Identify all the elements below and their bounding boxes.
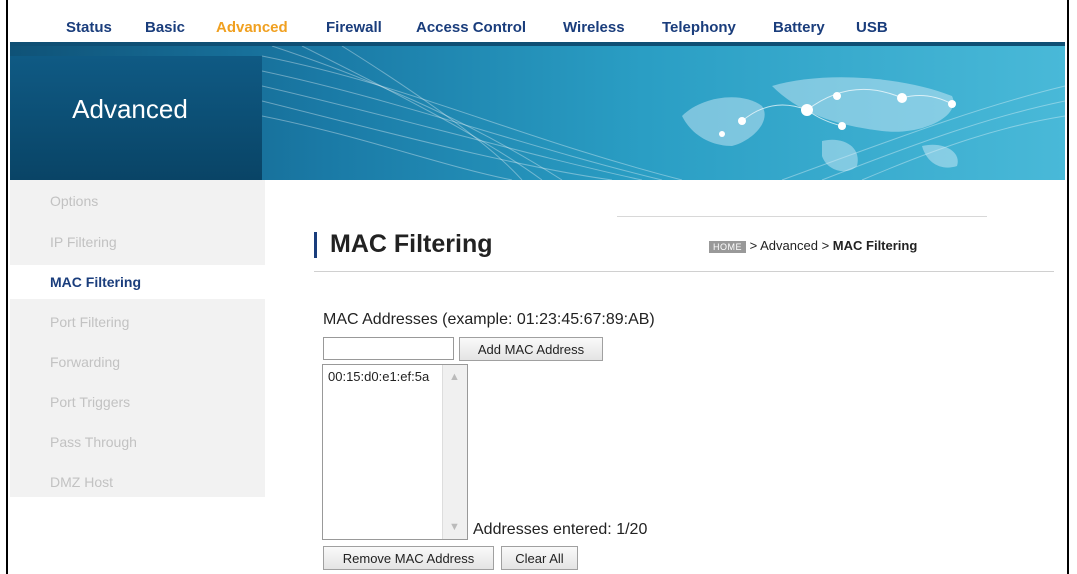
page-title: MAC Filtering	[330, 230, 493, 258]
banner: Advanced	[10, 46, 1065, 180]
nav-usb[interactable]: USB	[856, 19, 888, 36]
nav-advanced[interactable]: Advanced	[216, 19, 288, 36]
nav-basic[interactable]: Basic	[145, 19, 185, 36]
sidebar: Options IP Filtering MAC Filtering Port …	[10, 180, 265, 497]
sidebar-item-port-filtering[interactable]: Port Filtering	[50, 314, 129, 330]
top-navigation: Status Basic Advanced Firewall Access Co…	[10, 0, 1065, 46]
addresses-count: Addresses entered: 1/20	[473, 521, 648, 538]
nav-battery[interactable]: Battery	[773, 19, 825, 36]
nav-wireless[interactable]: Wireless	[563, 19, 625, 36]
title-accent-bar	[314, 232, 317, 258]
world-map-graphic	[262, 46, 1065, 180]
scroll-down-icon[interactable]: ▼	[449, 521, 460, 533]
sidebar-item-ip-filtering[interactable]: IP Filtering	[50, 234, 117, 250]
window-left-border	[0, 0, 8, 574]
breadcrumb-current: MAC Filtering	[832, 238, 918, 253]
list-scrollbar[interactable]: ▲ ▼	[442, 365, 467, 539]
breadcrumb-home-link[interactable]: HOME	[709, 240, 746, 253]
nav-firewall[interactable]: Firewall	[326, 19, 382, 36]
sidebar-item-mac-filtering[interactable]: MAC Filtering	[50, 274, 141, 290]
breadcrumb-separator: >	[749, 238, 758, 253]
nav-telephony[interactable]: Telephony	[662, 19, 736, 36]
remove-mac-address-button[interactable]: Remove MAC Address	[323, 546, 494, 570]
breadcrumb: HOME > Advanced > MAC Filtering	[709, 238, 917, 253]
header-divider	[617, 216, 987, 217]
nav-status[interactable]: Status	[66, 19, 112, 36]
window-right-border	[1067, 0, 1077, 574]
title-divider	[314, 271, 1054, 272]
banner-title-panel: Advanced	[10, 56, 262, 180]
mac-address-entry[interactable]: 00:15:d0:e1:ef:5a	[328, 369, 429, 384]
sidebar-item-forwarding[interactable]: Forwarding	[50, 354, 120, 370]
banner-title: Advanced	[72, 94, 188, 124]
sidebar-item-options[interactable]: Options	[50, 193, 98, 209]
mac-addresses-label: MAC Addresses (example: 01:23:45:67:89:A…	[323, 311, 655, 328]
add-mac-address-button[interactable]: Add MAC Address	[459, 337, 603, 361]
sidebar-item-port-triggers[interactable]: Port Triggers	[50, 394, 130, 410]
mac-address-input[interactable]	[323, 337, 454, 360]
nav-access-control[interactable]: Access Control	[416, 19, 526, 36]
clear-all-button[interactable]: Clear All	[501, 546, 578, 570]
sidebar-item-pass-through[interactable]: Pass Through	[50, 434, 137, 450]
breadcrumb-separator: >	[821, 238, 830, 253]
mac-address-list[interactable]: 00:15:d0:e1:ef:5a ▲ ▼	[322, 364, 468, 540]
scroll-up-icon[interactable]: ▲	[449, 371, 460, 383]
breadcrumb-advanced[interactable]: Advanced	[760, 238, 818, 253]
sidebar-item-dmz-host[interactable]: DMZ Host	[50, 474, 113, 490]
